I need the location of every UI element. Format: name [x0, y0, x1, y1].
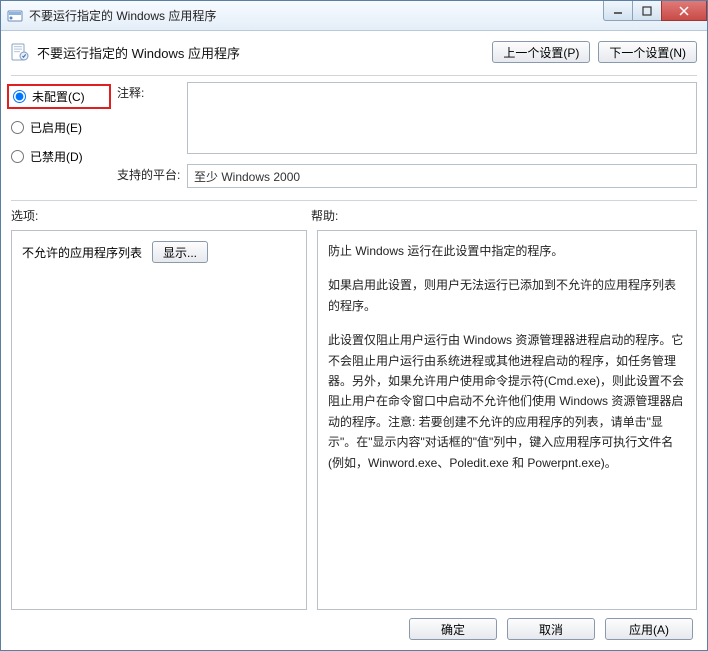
- radio-enabled-label: 已启用(E): [30, 119, 82, 136]
- radio-enabled-input[interactable]: [11, 121, 24, 134]
- divider-2: [11, 200, 697, 201]
- maximize-button[interactable]: [632, 1, 662, 21]
- window-title: 不要运行指定的 Windows 应用程序: [29, 7, 216, 24]
- platform-label: 支持的平台:: [117, 164, 187, 183]
- header-row: 不要运行指定的 Windows 应用程序 上一个设置(P) 下一个设置(N): [11, 41, 697, 63]
- prev-setting-button[interactable]: 上一个设置(P): [492, 41, 590, 63]
- config-section: 未配置(C) 已启用(E) 已禁用(D) 注释: 支持的平台:: [11, 82, 697, 188]
- help-panel: 防止 Windows 运行在此设置中指定的程序。 如果启用此设置，则用户无法运行…: [317, 230, 697, 610]
- window-controls: [604, 1, 707, 21]
- help-p2: 如果启用此设置，则用户无法运行已添加到不允许的应用程序列表的程序。: [328, 275, 686, 316]
- nav-buttons: 上一个设置(P) 下一个设置(N): [492, 41, 697, 63]
- policy-title: 不要运行指定的 Windows 应用程序: [37, 43, 240, 62]
- radio-disabled[interactable]: 已禁用(D): [11, 148, 107, 165]
- options-panel: 不允许的应用程序列表 显示...: [11, 230, 307, 610]
- radio-group: 未配置(C) 已启用(E) 已禁用(D): [11, 82, 107, 188]
- help-label: 帮助:: [311, 207, 697, 224]
- right-column: 注释: 支持的平台: 至少 Windows 2000: [117, 82, 697, 188]
- radio-disabled-input[interactable]: [11, 150, 24, 163]
- dialog-window: 不要运行指定的 Windows 应用程序 不要运行指定的 Windows 应用程…: [0, 0, 708, 651]
- next-setting-button[interactable]: 下一个设置(N): [598, 41, 697, 63]
- minimize-button[interactable]: [603, 1, 633, 21]
- platform-row: 支持的平台: 至少 Windows 2000: [117, 164, 697, 188]
- comment-textarea[interactable]: [187, 82, 697, 154]
- options-line: 不允许的应用程序列表 显示...: [22, 241, 296, 263]
- titlebar: 不要运行指定的 Windows 应用程序: [1, 1, 707, 31]
- radio-not-configured[interactable]: 未配置(C): [7, 84, 111, 109]
- client-area: 不要运行指定的 Windows 应用程序 上一个设置(P) 下一个设置(N) 未…: [1, 31, 707, 650]
- divider: [11, 75, 697, 76]
- comment-row: 注释:: [117, 82, 697, 154]
- section-labels: 选项: 帮助:: [11, 207, 697, 224]
- app-icon: [7, 8, 23, 24]
- radio-enabled[interactable]: 已启用(E): [11, 119, 107, 136]
- radio-not-configured-input[interactable]: [13, 90, 26, 103]
- radio-disabled-label: 已禁用(D): [30, 148, 83, 165]
- dialog-buttons: 确定 取消 应用(A): [11, 610, 697, 640]
- cancel-button[interactable]: 取消: [507, 618, 595, 640]
- comment-label: 注释:: [117, 82, 187, 101]
- show-button[interactable]: 显示...: [152, 241, 208, 263]
- disallowed-list-label: 不允许的应用程序列表: [22, 244, 142, 261]
- apply-button[interactable]: 应用(A): [605, 618, 693, 640]
- options-label: 选项:: [11, 207, 311, 224]
- ok-button[interactable]: 确定: [409, 618, 497, 640]
- close-button[interactable]: [661, 1, 707, 21]
- platform-value: 至少 Windows 2000: [187, 164, 697, 188]
- help-p1: 防止 Windows 运行在此设置中指定的程序。: [328, 241, 686, 261]
- header-left: 不要运行指定的 Windows 应用程序: [11, 43, 240, 62]
- help-p3: 此设置仅阻止用户运行由 Windows 资源管理器进程启动的程序。它不会阻止用户…: [328, 330, 686, 473]
- radio-not-configured-label: 未配置(C): [32, 88, 85, 105]
- panels-row: 不允许的应用程序列表 显示... 防止 Windows 运行在此设置中指定的程序…: [11, 230, 697, 610]
- policy-icon: [11, 43, 29, 61]
